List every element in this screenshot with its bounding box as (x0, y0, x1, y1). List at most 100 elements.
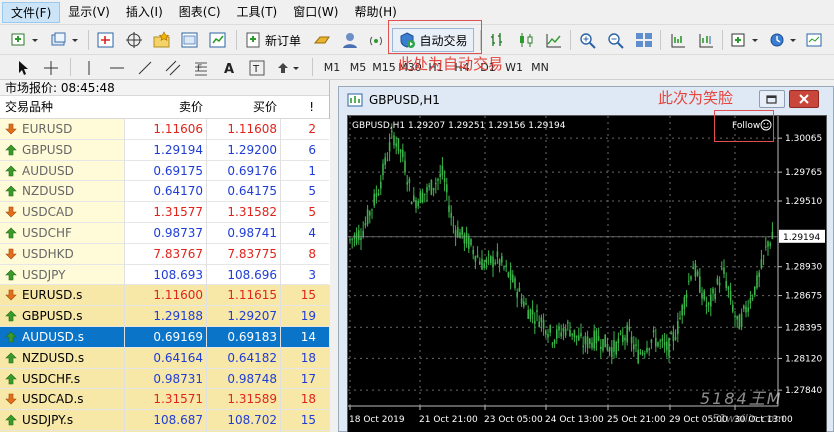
tile-windows-button[interactable] (632, 28, 656, 52)
candle-body (358, 230, 360, 240)
candle-body (534, 320, 536, 324)
candle-body (404, 160, 406, 173)
candle-body (591, 342, 593, 348)
candle-body (769, 243, 771, 246)
candle-body (721, 268, 723, 270)
down-arrow-icon (5, 206, 17, 218)
spread-value: 5 (308, 184, 316, 199)
symbol-column-header[interactable]: 交易品种 (5, 96, 53, 119)
candle-body (413, 195, 415, 201)
spread-column-header[interactable]: ! (280, 96, 318, 119)
menu-item-1[interactable]: 显示(V) (60, 2, 118, 23)
spread-value: 15 (300, 288, 316, 303)
bid-column-header[interactable]: 卖价 (124, 96, 206, 119)
ask-price: 108.696 (227, 267, 277, 282)
candle-body (729, 291, 732, 301)
candle-body (520, 298, 523, 304)
zoom-in-button[interactable] (576, 28, 600, 52)
candle-body (501, 256, 503, 263)
ask-column-header[interactable]: 买价 (206, 96, 280, 119)
candle-body (718, 282, 721, 286)
horizontal-line-tool[interactable] (106, 57, 128, 78)
menu-item-5[interactable]: 窗口(W) (285, 2, 346, 23)
candle-body (696, 271, 699, 276)
candle-body (740, 313, 743, 328)
chart-shift-button[interactable] (694, 28, 718, 52)
candle-body (465, 232, 468, 244)
strategy-tester-button[interactable] (206, 28, 230, 52)
fibonacci-tool[interactable]: F (190, 57, 212, 78)
close-icon (799, 94, 809, 104)
auto-trade-highlight (388, 20, 482, 54)
timeframe-m1[interactable]: M1 (320, 57, 344, 78)
candle-body (518, 287, 521, 292)
new-chart-button[interactable] (8, 28, 42, 52)
gold-button[interactable] (310, 28, 334, 52)
up-arrow-icon (5, 269, 17, 280)
navigator-button[interactable] (150, 28, 174, 52)
profiles-button[interactable] (48, 28, 82, 52)
price-tick-label: 1.29510 (785, 197, 822, 207)
data-window-button[interactable] (122, 28, 146, 52)
candle-body (745, 306, 747, 313)
down-arrow-icon (5, 394, 17, 405)
zoom-out-button[interactable] (604, 28, 628, 52)
cursor-tool[interactable] (12, 57, 34, 78)
ask-price: 1.11615 (227, 288, 277, 303)
crosshair-tool[interactable] (40, 57, 62, 78)
text-tool[interactable]: A (218, 57, 240, 78)
auto-scroll-button[interactable] (666, 28, 690, 52)
timeframe-m5[interactable]: M5 (346, 57, 370, 78)
timeframe-m15[interactable]: M15 (372, 57, 396, 78)
candle-body (402, 149, 404, 158)
arrows-tool[interactable] (274, 57, 304, 78)
candle-body (355, 232, 358, 243)
timeframe-w1[interactable]: W1 (502, 57, 526, 78)
signals-button[interactable] (364, 28, 388, 52)
candle-body (505, 265, 507, 267)
price-tick-label: 1.28930 (785, 263, 822, 273)
ask-price: 0.69183 (227, 329, 277, 344)
candle-body (446, 184, 448, 193)
candle-body (553, 339, 556, 344)
close-button[interactable] (789, 90, 819, 108)
auto-trade-annotation: 此处为自动交易 (398, 55, 504, 73)
trendline-tool[interactable] (134, 57, 156, 78)
candle-body (723, 267, 725, 274)
menu-item-0[interactable]: 文件(F) (2, 1, 61, 23)
time-tick-label: 18 Oct 2019 (349, 415, 405, 425)
menu-item-2[interactable]: 插入(I) (118, 2, 171, 23)
candle-body (391, 130, 393, 133)
candle-body (360, 237, 362, 241)
restore-button[interactable] (759, 90, 785, 108)
spread-value: 17 (300, 371, 316, 386)
terminal-button[interactable] (178, 28, 202, 52)
templates-button[interactable] (804, 28, 834, 52)
candle-body (633, 344, 635, 350)
menu-item-3[interactable]: 图表(C) (171, 2, 229, 23)
periods-button[interactable] (766, 28, 800, 52)
account-button[interactable] (338, 28, 362, 52)
equidistant-channel-tool[interactable] (162, 57, 184, 78)
market-watch-button[interactable] (94, 28, 118, 52)
text-label-tool[interactable]: T (246, 57, 268, 78)
menu-item-4[interactable]: 工具(T) (229, 2, 286, 23)
vertical-line-tool[interactable] (78, 57, 100, 78)
text-a-icon: A (224, 62, 234, 76)
line-chart-button[interactable] (542, 28, 566, 52)
symbol-name: USDCHF.s (22, 371, 81, 386)
bar-chart-button[interactable] (486, 28, 510, 52)
timeframe-mn[interactable]: MN (528, 57, 552, 78)
down-arrow-icon (5, 123, 17, 135)
candle-body (611, 347, 613, 357)
candle-body (608, 347, 611, 352)
line-chart-icon (546, 34, 561, 48)
new-order-button[interactable]: 新订单 (242, 28, 304, 52)
indicators-button[interactable] (728, 28, 762, 52)
candlestick-button[interactable] (514, 28, 538, 52)
symbol-cell: USDJPY.s (5, 410, 120, 430)
up-arrow-icon (5, 227, 17, 239)
ask-price: 0.69176 (227, 163, 277, 178)
watermark-url: 51wailin.com (712, 412, 785, 425)
candle-body (692, 266, 694, 270)
